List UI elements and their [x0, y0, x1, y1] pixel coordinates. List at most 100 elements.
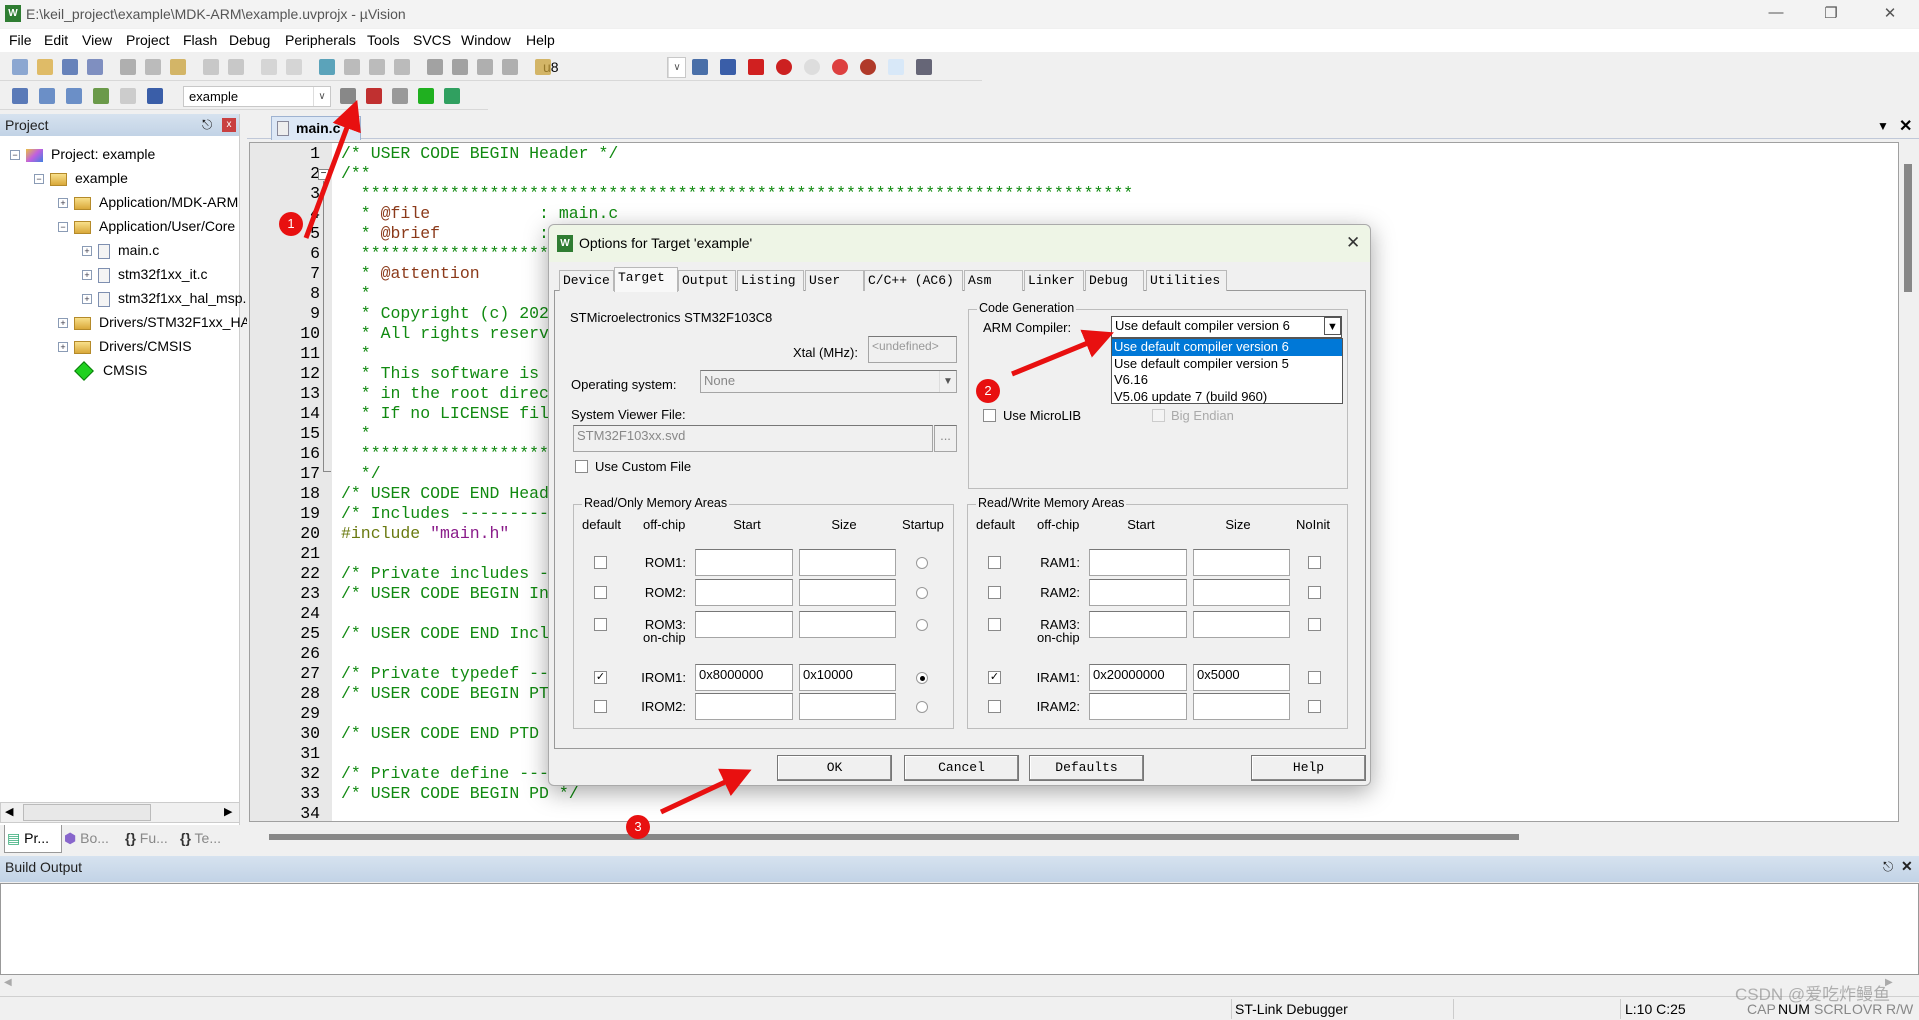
indent-icon[interactable]	[427, 59, 443, 75]
size-input[interactable]: 0x5000	[1193, 664, 1290, 691]
open-file-icon[interactable]	[37, 59, 53, 75]
translate-icon[interactable]	[12, 88, 28, 104]
default-checkbox[interactable]	[594, 586, 607, 599]
expand-toggle-icon[interactable]: +	[82, 270, 92, 281]
start-address-input[interactable]: 0x20000000	[1089, 664, 1187, 691]
menu-project[interactable]: Project	[126, 32, 170, 48]
rebuild-icon[interactable]	[66, 88, 82, 104]
breakpoint-kill-icon[interactable]	[860, 59, 876, 75]
manage-project-items-icon[interactable]	[366, 88, 382, 104]
save-icon[interactable]	[62, 59, 78, 75]
tab-asm[interactable]: Asm	[964, 270, 1023, 291]
size-input[interactable]	[1193, 611, 1290, 638]
tab-main-c[interactable]: main.c	[271, 116, 361, 140]
size-input[interactable]	[799, 579, 896, 606]
tab-project[interactable]: ▤ Pr...	[4, 825, 62, 853]
menu-window[interactable]: Window	[461, 32, 511, 48]
close-panel-icon[interactable]: x	[222, 118, 236, 132]
paste-icon[interactable]	[170, 59, 186, 75]
default-checkbox[interactable]	[988, 618, 1001, 631]
dialog-close-button[interactable]: ✕	[1346, 233, 1360, 253]
noinit-checkbox[interactable]	[1308, 586, 1321, 599]
settings-wrench-icon[interactable]	[916, 59, 932, 75]
startup-radio[interactable]	[916, 557, 928, 569]
xtal-input[interactable]: <undefined>	[868, 336, 957, 363]
tree-item[interactable]: + Application/MDK-ARM	[58, 191, 238, 213]
breakpoint-insert-icon[interactable]	[776, 59, 792, 75]
new-file-icon[interactable]	[12, 59, 28, 75]
target-select[interactable]: example ∨	[183, 86, 331, 107]
help-button[interactable]: Help	[1251, 755, 1366, 781]
big-endian-checkbox[interactable]	[1152, 409, 1165, 422]
pin-icon[interactable]: ⎋	[1883, 859, 1893, 875]
start-address-input[interactable]	[1089, 611, 1187, 638]
use-custom-file-checkbox[interactable]	[575, 460, 588, 473]
expand-toggle-icon[interactable]: −	[58, 222, 68, 233]
compiler-option[interactable]: Use default compiler version 6	[1112, 339, 1342, 356]
start-address-input[interactable]	[695, 549, 793, 576]
tree-item[interactable]: + main.c	[82, 239, 159, 261]
start-address-input[interactable]	[695, 693, 793, 720]
arm-compiler-select[interactable]: Use default compiler version 6 ▼	[1111, 316, 1342, 338]
start-address-input[interactable]: 0x8000000	[695, 664, 793, 691]
expand-toggle-icon[interactable]: +	[82, 246, 92, 257]
configure-icon[interactable]	[720, 59, 736, 75]
tab-linker[interactable]: Linker	[1024, 270, 1084, 291]
editor-vscrollbar[interactable]	[1900, 142, 1916, 822]
nav-back-icon[interactable]	[261, 59, 277, 75]
tree-item[interactable]: − example	[34, 167, 128, 189]
stop-build-icon[interactable]	[120, 88, 136, 104]
tab-utilities[interactable]: Utilities	[1146, 270, 1227, 291]
menu-file[interactable]: File	[9, 32, 32, 48]
expand-toggle-icon[interactable]: +	[82, 294, 92, 305]
save-all-icon[interactable]	[87, 59, 103, 75]
tree-item[interactable]: − Project: example	[10, 143, 155, 165]
manage-rte-icon[interactable]	[418, 88, 434, 104]
fold-collapse-icon[interactable]: −	[318, 169, 329, 180]
expand-toggle-icon[interactable]: +	[58, 318, 68, 329]
project-hscrollbar[interactable]: ◀ ▶	[0, 802, 240, 823]
find-in-files-icon[interactable]	[535, 59, 551, 75]
cancel-button[interactable]: Cancel	[904, 755, 1019, 781]
close-panel-icon[interactable]: ✕	[1901, 858, 1913, 875]
tab-debug[interactable]: Debug	[1085, 270, 1144, 291]
tab-output[interactable]: Output	[678, 270, 736, 291]
expand-toggle-icon[interactable]: +	[58, 198, 68, 209]
expand-toggle-icon[interactable]: −	[10, 150, 20, 161]
svf-input[interactable]: STM32F103xx.svd	[573, 425, 933, 452]
scroll-right-icon[interactable]: ▶	[224, 805, 232, 818]
size-input[interactable]	[1193, 693, 1290, 720]
tree-item[interactable]: − Application/User/Core	[58, 215, 235, 237]
bookmark-icon[interactable]	[319, 59, 335, 75]
size-input[interactable]	[1193, 549, 1290, 576]
next-bookmark-icon[interactable]	[369, 59, 385, 75]
nav-forward-icon[interactable]	[286, 59, 302, 75]
default-checkbox[interactable]	[594, 618, 607, 631]
copy-icon[interactable]	[145, 59, 161, 75]
start-address-input[interactable]	[1089, 693, 1187, 720]
build-icon[interactable]	[39, 88, 55, 104]
svf-browse-button[interactable]: ...	[934, 425, 957, 452]
find-combo-dropdown[interactable]: ∨	[667, 57, 686, 78]
build-output-hscrollbar[interactable]: ◀ ▶	[0, 975, 1919, 994]
start-address-input[interactable]	[1089, 579, 1187, 606]
tree-item[interactable]: + stm32f1xx_hal_msp.c	[82, 287, 253, 309]
cut-icon[interactable]	[120, 59, 136, 75]
noinit-checkbox[interactable]	[1308, 700, 1321, 713]
tree-item[interactable]: +CMSIS	[58, 359, 147, 382]
uncomment-icon[interactable]	[502, 59, 518, 75]
noinit-checkbox[interactable]	[1308, 671, 1321, 684]
download-icon[interactable]	[147, 88, 163, 104]
default-checkbox[interactable]: ✓	[594, 671, 607, 684]
unindent-icon[interactable]	[452, 59, 468, 75]
startup-radio[interactable]	[916, 701, 928, 713]
clear-bookmarks-icon[interactable]	[394, 59, 410, 75]
tab-functions[interactable]: {} Fu...	[125, 830, 168, 846]
os-select[interactable]: None ▼	[700, 370, 957, 393]
scrollbar-thumb[interactable]	[23, 804, 151, 821]
editor-hscrollbar-thumb[interactable]	[269, 834, 1519, 840]
start-address-input[interactable]	[695, 579, 793, 606]
startup-radio[interactable]	[916, 619, 928, 631]
start-address-input[interactable]	[1089, 549, 1187, 576]
default-checkbox[interactable]	[988, 586, 1001, 599]
